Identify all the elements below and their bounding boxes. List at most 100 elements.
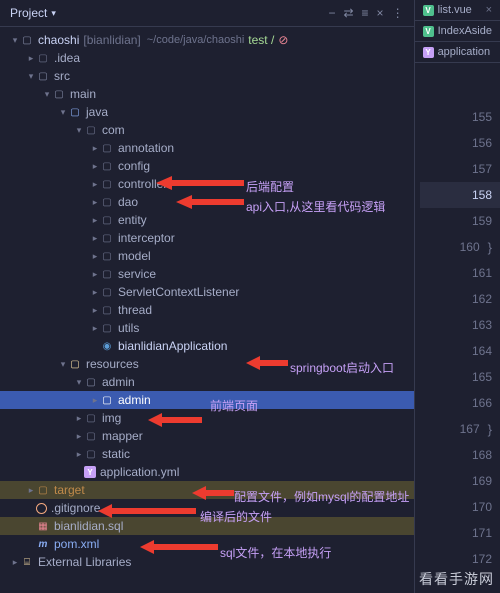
chevron-right-icon[interactable]: ▸ xyxy=(10,557,20,568)
package-icon: ▢ xyxy=(100,213,114,227)
library-icon: ⌸ xyxy=(20,555,34,569)
tree-pkg[interactable]: ▸▢ServletContextListener xyxy=(0,283,414,301)
yaml-icon: Y xyxy=(423,47,434,58)
folder-icon: ▢ xyxy=(36,51,50,65)
tree-pkg[interactable]: ▸▢static xyxy=(0,445,414,463)
resources-folder-icon: ▢ xyxy=(68,357,82,371)
package-icon: ▢ xyxy=(100,285,114,299)
tree-pkg[interactable]: ▸▢annotation xyxy=(0,139,414,157)
tree-pkg-config[interactable]: ▸▢config xyxy=(0,157,414,175)
project-tree[interactable]: ▾ ▢ chaoshi [bianlidian] ~/code/java/cha… xyxy=(0,27,414,588)
package-icon: ▢ xyxy=(100,231,114,245)
target-folder-icon: ▢ xyxy=(36,483,50,497)
select-opened-icon[interactable]: ⇄ xyxy=(343,6,353,20)
tree-pkg[interactable]: ▸▢entity xyxy=(0,211,414,229)
tree-app-class[interactable]: ▸◉bianlidianApplication xyxy=(0,337,414,355)
vue-icon: V xyxy=(423,5,434,16)
chevron-right-icon[interactable]: ▸ xyxy=(26,53,36,64)
package-icon: ▢ xyxy=(100,159,114,173)
folder-icon: ▢ xyxy=(84,447,98,461)
tree-pkg[interactable]: ▸▢mapper xyxy=(0,427,414,445)
package-icon: ▢ xyxy=(100,195,114,209)
source-folder-icon: ▢ xyxy=(68,105,82,119)
chevron-down-icon[interactable]: ▾ xyxy=(74,377,84,388)
tree-root[interactable]: ▾ ▢ chaoshi [bianlidian] ~/code/java/cha… xyxy=(0,31,414,49)
folder-icon: ▢ xyxy=(84,375,98,389)
tree-pkg[interactable]: ▸▢img xyxy=(0,409,414,427)
project-dropdown[interactable]: Project▾ xyxy=(10,6,56,20)
chevron-right-icon[interactable]: ▸ xyxy=(90,305,100,316)
sql-icon: ▦ xyxy=(36,519,50,533)
folder-icon: ▢ xyxy=(20,33,34,47)
tree-pkg[interactable]: ▸▢service xyxy=(0,265,414,283)
chevron-down-icon[interactable]: ▾ xyxy=(58,107,68,118)
tree-pkg[interactable]: ▸▢thread xyxy=(0,301,414,319)
chevron-down-icon[interactable]: ▾ xyxy=(74,125,84,136)
folder-icon: ▢ xyxy=(36,69,50,83)
folder-icon: ▢ xyxy=(100,393,114,407)
tree-pkg-controller[interactable]: ▸▢controller xyxy=(0,175,414,193)
tree-pkg[interactable]: ▸▢dao xyxy=(0,193,414,211)
folder-icon: ▢ xyxy=(84,411,98,425)
package-icon: ▢ xyxy=(100,141,114,155)
chevron-down-icon[interactable]: ▾ xyxy=(26,71,36,82)
chevron-right-icon[interactable]: ▸ xyxy=(90,251,100,262)
tree-gitignore[interactable]: ▸.gitignore xyxy=(0,499,414,517)
tree-pkg[interactable]: ▸▢utils xyxy=(0,319,414,337)
chevron-right-icon[interactable]: ▸ xyxy=(90,143,100,154)
tab-index-aside[interactable]: VIndexAside xyxy=(415,21,500,42)
chevron-right-icon[interactable]: ▸ xyxy=(74,413,84,424)
hide-icon[interactable]: × xyxy=(377,6,384,20)
current-line: 158 xyxy=(420,182,500,208)
editor-gutter: 155 156 157 158 159 160} 161 162 163 164… xyxy=(420,104,500,572)
tab-application[interactable]: Yapplication xyxy=(415,42,500,63)
package-icon: ▢ xyxy=(100,249,114,263)
vue-icon: V xyxy=(423,26,434,37)
chevron-right-icon[interactable]: ▸ xyxy=(90,161,100,172)
close-icon[interactable]: × xyxy=(486,4,492,16)
chevron-right-icon[interactable]: ▸ xyxy=(26,485,36,496)
tree-pkg[interactable]: ▸▢interceptor xyxy=(0,229,414,247)
tree-com[interactable]: ▾ ▢ com xyxy=(0,121,414,139)
settings-icon[interactable]: ≡ xyxy=(362,6,369,20)
collapse-icon[interactable]: − xyxy=(328,6,335,20)
tree-idea[interactable]: ▸ ▢ .idea xyxy=(0,49,414,67)
tree-src[interactable]: ▾ ▢ src xyxy=(0,67,414,85)
tree-pkg[interactable]: ▸▢model xyxy=(0,247,414,265)
panel-header: Project▾ − ⇄ ≡ × ⋮ xyxy=(0,0,414,27)
package-icon: ▢ xyxy=(100,321,114,335)
tree-target[interactable]: ▸▢target xyxy=(0,481,414,499)
chevron-right-icon[interactable]: ▸ xyxy=(74,449,84,460)
tree-java[interactable]: ▾ ▢ java xyxy=(0,103,414,121)
folder-icon: ▢ xyxy=(84,429,98,443)
tree-sql[interactable]: ▸▦bianlidian.sql xyxy=(0,517,414,535)
gitignore-icon xyxy=(36,503,47,514)
chevron-right-icon[interactable]: ▸ xyxy=(90,215,100,226)
chevron-right-icon[interactable]: ▸ xyxy=(90,269,100,280)
chevron-down-icon[interactable]: ▾ xyxy=(58,359,68,370)
tree-admin-selected[interactable]: ▸▢admin xyxy=(0,391,414,409)
tab-list-vue[interactable]: Vlist.vue× xyxy=(415,0,500,21)
more-icon[interactable]: ⋮ xyxy=(392,6,404,20)
package-icon: ▢ xyxy=(100,267,114,281)
chevron-right-icon[interactable]: ▸ xyxy=(90,323,100,334)
tree-external-libs[interactable]: ▸⌸External Libraries xyxy=(0,553,414,571)
class-icon: ◉ xyxy=(100,339,114,353)
chevron-right-icon[interactable]: ▸ xyxy=(90,197,100,208)
tree-appyml[interactable]: ▸Yapplication.yml xyxy=(0,463,414,481)
chevron-down-icon[interactable]: ▾ xyxy=(10,35,20,46)
folder-icon: ▢ xyxy=(52,87,66,101)
tree-pom[interactable]: ▸mpom.xml xyxy=(0,535,414,553)
chevron-down-icon[interactable]: ▾ xyxy=(42,89,52,100)
chevron-right-icon[interactable]: ▸ xyxy=(74,431,84,442)
yaml-icon: Y xyxy=(84,466,96,478)
package-icon: ▢ xyxy=(100,177,114,191)
watermark: 看看手游网 xyxy=(419,569,494,589)
chevron-right-icon[interactable]: ▸ xyxy=(90,395,100,406)
tree-admin[interactable]: ▾▢admin xyxy=(0,373,414,391)
chevron-right-icon[interactable]: ▸ xyxy=(90,233,100,244)
chevron-right-icon[interactable]: ▸ xyxy=(90,179,100,190)
tree-main[interactable]: ▾ ▢ main xyxy=(0,85,414,103)
tree-resources[interactable]: ▾▢resources xyxy=(0,355,414,373)
chevron-right-icon[interactable]: ▸ xyxy=(90,287,100,298)
